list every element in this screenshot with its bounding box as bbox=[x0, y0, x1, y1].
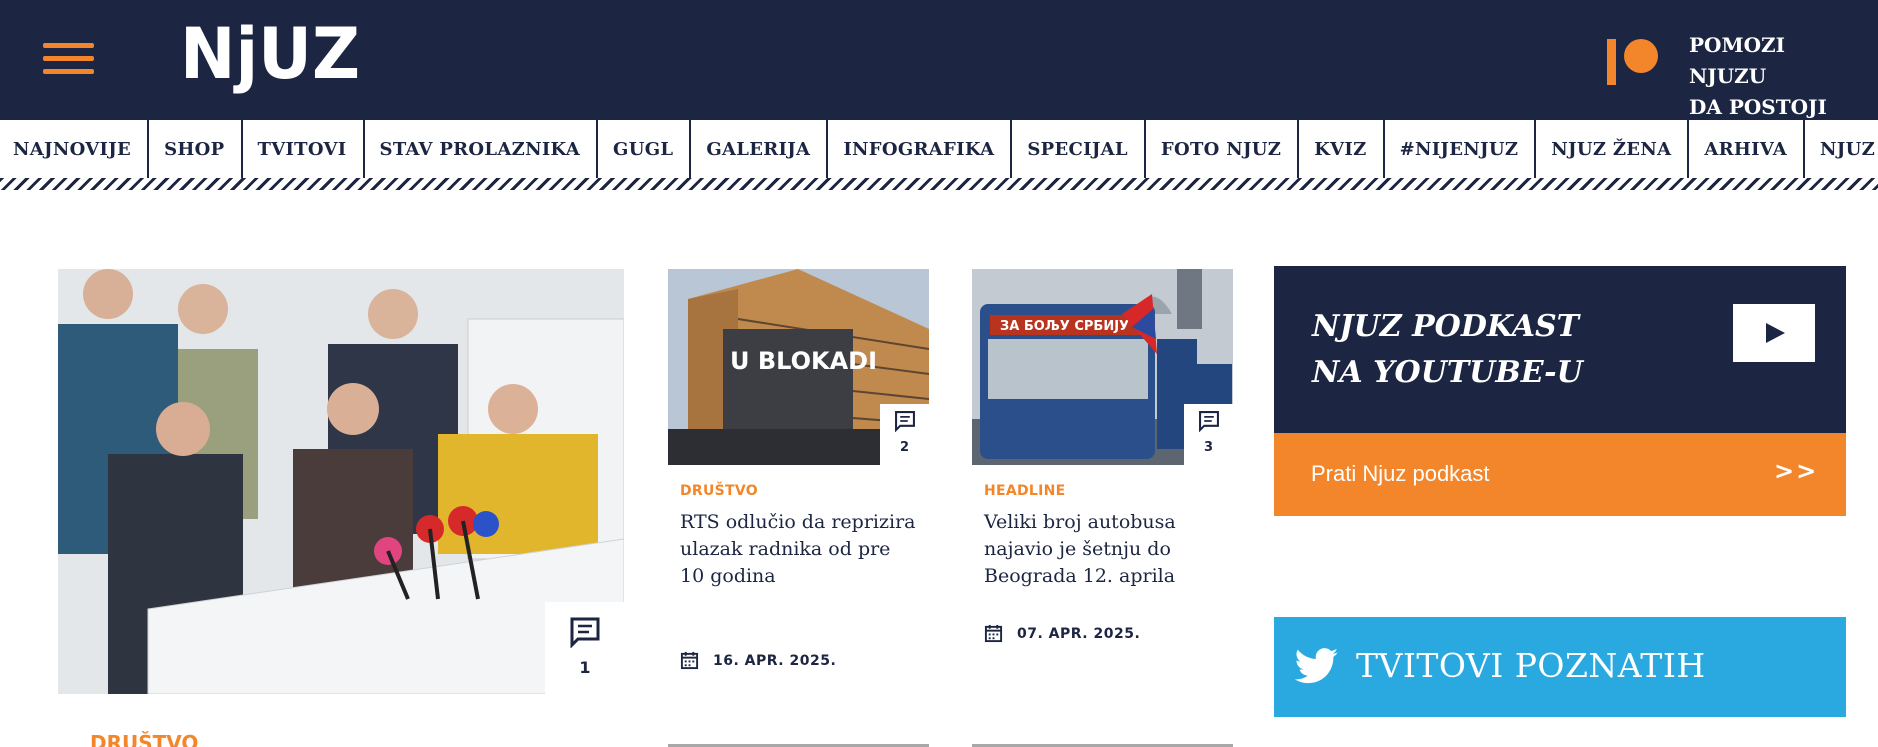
nav-item-kviz[interactable]: KVIZ bbox=[1299, 120, 1385, 178]
nav-item-shop[interactable]: SHOP bbox=[149, 120, 243, 178]
featured-article-image[interactable] bbox=[58, 269, 624, 694]
article-category[interactable]: HEADLINE bbox=[984, 483, 1066, 499]
article-comment-badge[interactable]: 3 bbox=[1184, 404, 1233, 465]
comment-icon bbox=[894, 411, 915, 432]
article-comment-badge[interactable]: 2 bbox=[880, 404, 929, 465]
nav-item-tvitovi[interactable]: TVITOVI bbox=[243, 120, 365, 178]
nav-item-galerija[interactable]: GALERIJA bbox=[691, 120, 829, 178]
article-date: 07. APR. 2025. bbox=[984, 624, 1140, 643]
svg-text:NjUZ: NjUZ bbox=[180, 16, 360, 95]
podcast-widget: NJUZ PODKAST NA YOUTUBE-U bbox=[1274, 266, 1846, 433]
article-title[interactable]: RTS odlučio da reprizira ulazak radnika … bbox=[680, 509, 920, 590]
svg-text:ЗА БОЉУ СРБИЈУ: ЗА БОЉУ СРБИЈУ bbox=[1000, 319, 1129, 334]
comment-count: 1 bbox=[579, 658, 591, 677]
celebrity-tweets-label: TVITOVI POZNATIH bbox=[1356, 646, 1706, 685]
nav-item-njuz-igre[interactable]: NJUZ IGRE bbox=[1805, 120, 1878, 178]
nav-item-foto-njuz[interactable]: FOTO NJUZ bbox=[1146, 120, 1300, 178]
patreon-icon[interactable] bbox=[1607, 37, 1659, 87]
support-line-2: DA POSTOJI bbox=[1689, 95, 1827, 119]
comment-icon bbox=[570, 617, 600, 648]
support-link[interactable]: POMOZI NJUZU DA POSTOJI bbox=[1689, 30, 1869, 123]
menu-icon[interactable] bbox=[43, 43, 94, 74]
arrows-icon: >> bbox=[1774, 457, 1819, 485]
nav-item-gugl[interactable]: GUGL bbox=[598, 120, 692, 178]
nav-item-arhiva[interactable]: ARHIVA bbox=[1689, 120, 1806, 178]
article-date-text: 16. APR. 2025. bbox=[713, 652, 837, 669]
calendar-icon bbox=[984, 624, 1003, 643]
nav-item-najnovije[interactable]: NAJNOVIJE bbox=[0, 120, 150, 178]
svg-text:U BLOKADI: U BLOKADI bbox=[730, 347, 877, 375]
article-date: 16. APR. 2025. bbox=[680, 651, 836, 670]
celebrity-tweets-banner[interactable]: TVITOVI POZNATIH bbox=[1274, 617, 1846, 717]
article-title[interactable]: Veliki broj autobusa najavio je šetnju d… bbox=[984, 509, 1224, 590]
nav-item-infografika[interactable]: INFOGRAFIKA bbox=[828, 120, 1013, 178]
article-category[interactable]: DRUŠTVO bbox=[680, 483, 758, 499]
featured-category[interactable]: DRUŠTVO bbox=[90, 731, 198, 747]
youtube-play-button[interactable] bbox=[1733, 304, 1815, 362]
nav-item-njuz-zena[interactable]: NJUZ ŽENA bbox=[1536, 120, 1690, 178]
article-date-text: 07. APR. 2025. bbox=[1017, 625, 1141, 642]
podcast-title-line-1: NJUZ PODKAST bbox=[1312, 309, 1579, 344]
comment-icon bbox=[1198, 411, 1219, 432]
follow-podcast-button[interactable]: Prati Njuz podkast >> bbox=[1274, 433, 1846, 516]
main-nav: NAJNOVIJE SHOP TVITOVI STAV PROLAZNIKA G… bbox=[0, 120, 1878, 178]
nav-item-nijenjuz[interactable]: #NIJENJUZ bbox=[1385, 120, 1537, 178]
podcast-title: NJUZ PODKAST NA YOUTUBE-U bbox=[1312, 304, 1692, 396]
featured-comment-badge[interactable]: 1 bbox=[545, 602, 625, 694]
nav-item-stav-prolaznika[interactable]: STAV PROLAZNIKA bbox=[365, 120, 599, 178]
support-line-1: POMOZI NJUZU bbox=[1689, 33, 1785, 88]
play-icon bbox=[1766, 323, 1785, 343]
comment-count: 2 bbox=[899, 440, 910, 455]
site-logo[interactable]: NjUZ bbox=[180, 16, 360, 98]
twitter-icon bbox=[1295, 648, 1338, 684]
comment-count: 3 bbox=[1203, 440, 1214, 455]
follow-podcast-label: Prati Njuz podkast bbox=[1311, 461, 1490, 486]
nav-item-specijal[interactable]: SPECIJAL bbox=[1012, 120, 1146, 178]
nav-divider bbox=[0, 178, 1878, 190]
calendar-icon bbox=[680, 651, 699, 670]
podcast-title-line-2: NA YOUTUBE-U bbox=[1312, 355, 1583, 390]
site-header: NjUZ POMOZI NJUZU DA POSTOJI bbox=[0, 0, 1878, 120]
